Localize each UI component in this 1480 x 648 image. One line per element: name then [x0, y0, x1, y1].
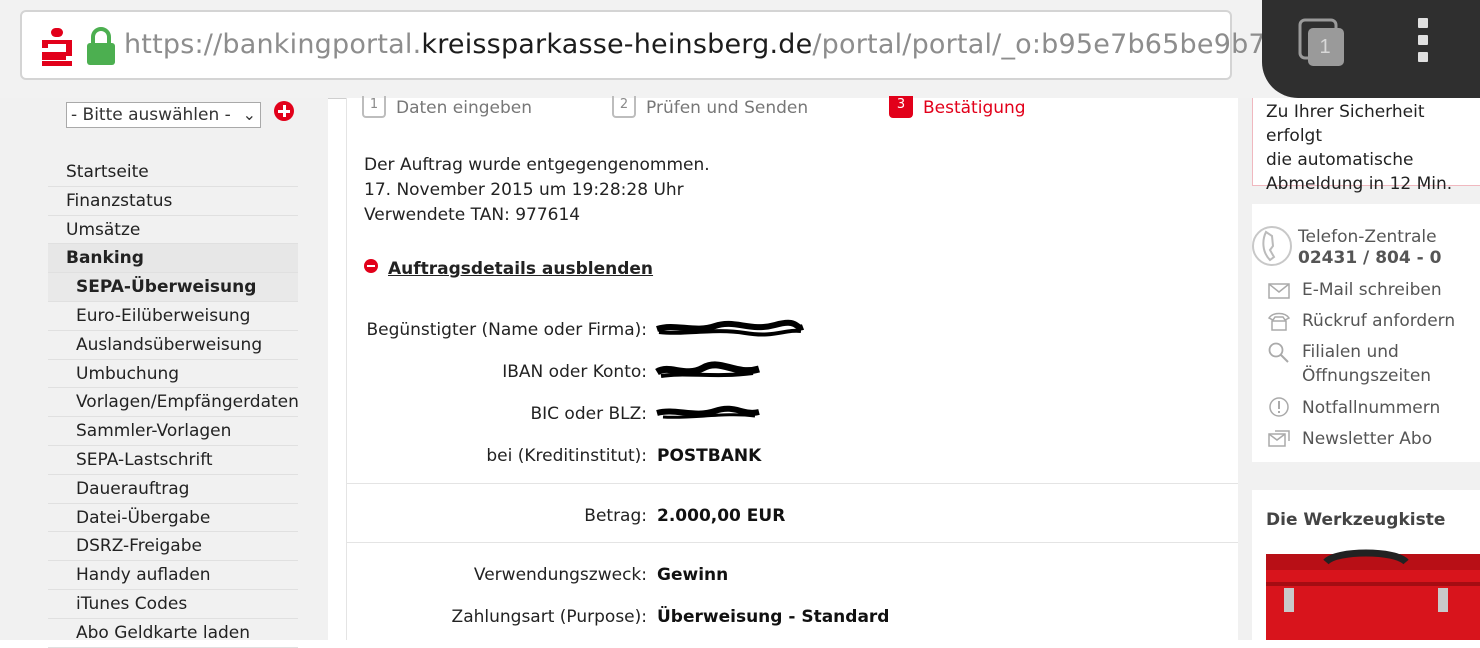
url-scheme: https://: [124, 29, 223, 60]
step-number: 1: [362, 96, 386, 118]
step-label: Daten eingeben: [396, 98, 533, 118]
sparkasse-logo-icon: [42, 28, 72, 66]
step-3-current: 3 Bestätigung: [889, 96, 1026, 118]
step-label: Bestätigung: [923, 98, 1026, 118]
emergency-link[interactable]: Notfallnummern: [1302, 396, 1440, 420]
url-path: /portal/portal/_o:b95e7b65be9b7bf3: [812, 29, 1311, 60]
right-sidebar: Zu Ihrer Sicherheit erfolgt die automati…: [1238, 98, 1480, 640]
address-bar[interactable]: https://bankingportal.kreissparkasse-hei…: [20, 10, 1310, 80]
bank-value: POSTBANK: [657, 446, 762, 466]
amount-label: Betrag:: [584, 506, 647, 526]
dot: [1418, 35, 1428, 45]
branches-text: Filialen und: [1302, 342, 1399, 362]
sidebar-item-finanzstatus[interactable]: Finanzstatus: [48, 187, 298, 216]
divider: [347, 483, 1239, 484]
hide-details-label: Auftragsdetails ausblenden: [388, 259, 654, 279]
payment-type-value: Überweisung - Standard: [657, 607, 890, 627]
sidebar-item-auslandsueberweisung[interactable]: Auslandsüberweisung: [48, 331, 298, 360]
branches-link[interactable]: Filialen und Öffnungszeiten: [1302, 340, 1431, 388]
sidebar-item-datei-uebergabe[interactable]: Datei-Übergabe: [48, 504, 298, 533]
phone-icon: [1252, 226, 1292, 266]
exclamation-icon: [1269, 397, 1289, 417]
url-text[interactable]: https://bankingportal.kreissparkasse-hei…: [124, 29, 1310, 60]
phone-label: Telefon-Zentrale: [1298, 227, 1437, 247]
step-number: 3: [889, 96, 913, 118]
browser-controls: 1: [1262, 0, 1480, 98]
account-select-value: - Bitte auswählen -: [71, 105, 231, 125]
chevron-down-icon: ⌄: [242, 105, 256, 124]
sidebar-item-banking[interactable]: Banking: [48, 244, 298, 274]
phone-number[interactable]: 02431 / 804 - 0: [1298, 248, 1441, 268]
divider: [347, 542, 1239, 543]
search-icon: [1268, 342, 1289, 363]
callback-link[interactable]: Rückruf anfordern: [1302, 309, 1455, 333]
session-text: Abmeldung in 12 Min.: [1266, 174, 1453, 194]
redaction-scribble: [656, 405, 760, 419]
promo-box[interactable]: Die Werkzeugkiste: [1252, 490, 1480, 640]
transfer-confirmation-panel: 1 Daten eingeben 2 Prüfen und Senden 3 Best…: [346, 96, 1240, 640]
sidebar-item-sepa-lastschrift[interactable]: SEPA-Lastschrift: [48, 446, 298, 475]
mail-icon: [1268, 283, 1290, 299]
sidebar-item-umsaetze[interactable]: Umsätze: [48, 216, 298, 245]
add-icon[interactable]: [274, 101, 294, 121]
callback-icon: [1267, 312, 1291, 331]
step-1: 1 Daten eingeben: [362, 96, 533, 118]
url-subdomain: bankingportal.: [222, 29, 422, 60]
toolbox-image: [1266, 548, 1480, 640]
minus-icon: [364, 259, 378, 273]
confirmation-timestamp: 17. November 2015 um 19:28:28 Uhr: [364, 180, 684, 200]
tab-count: 1: [1319, 36, 1331, 58]
sidebar-item-sammler-vorlagen[interactable]: Sammler-Vorlagen: [48, 417, 298, 446]
sidebar-item-dsrz-freigabe[interactable]: DSRZ-Freigabe: [48, 532, 298, 562]
newsletter-link[interactable]: Newsletter Abo: [1302, 427, 1432, 451]
browser-toolbar: https://bankingportal.kreissparkasse-hei…: [0, 0, 1480, 99]
beneficiary-label: Begünstigter (Name oder Firma):: [366, 320, 647, 340]
sidebar-item-handy-aufladen[interactable]: Handy aufladen: [48, 561, 298, 590]
sidebar: - Bitte auswählen - ⌄ Startseite Finanzs…: [0, 98, 328, 648]
account-select[interactable]: - Bitte auswählen - ⌄: [66, 102, 261, 128]
sidebar-item-dauerauftrag[interactable]: Dauerauftrag: [48, 475, 298, 504]
tab-switcher-button[interactable]: 1: [1298, 18, 1348, 70]
lock-icon: [87, 27, 115, 65]
redaction-scribble: [656, 319, 805, 337]
iban-label: IBAN oder Konto:: [502, 362, 647, 382]
bic-label: BIC oder BLZ:: [530, 404, 647, 424]
redaction-scribble: [655, 361, 760, 378]
amount-value: 2.000,00 EUR: [657, 506, 786, 526]
confirmation-tan: Verwendete TAN: 977614: [364, 205, 581, 225]
hide-details-link[interactable]: Auftragsdetails ausblenden: [364, 259, 653, 279]
branches-text: Öffnungszeiten: [1302, 366, 1432, 386]
step-2: 2 Prüfen und Senden: [612, 96, 809, 118]
step-number: 2: [612, 96, 636, 118]
payment-type-label: Zahlungsart (Purpose):: [451, 607, 647, 627]
confirmation-text: Der Auftrag wurde entgegengenommen.: [364, 155, 710, 175]
newsletter-icon: [1268, 430, 1290, 447]
contact-panel: Telefon-Zentrale 02431 / 804 - 0 E-Mail …: [1252, 204, 1480, 462]
email-link[interactable]: E-Mail schreiben: [1302, 278, 1442, 302]
purpose-value: Gewinn: [657, 565, 729, 585]
dot: [1418, 18, 1428, 28]
dot: [1418, 52, 1428, 62]
bank-label: bei (Kreditinstitut):: [486, 446, 647, 466]
overflow-menu-button[interactable]: [1408, 18, 1438, 70]
session-timeout-notice: Zu Ihrer Sicherheit erfolgt die automati…: [1252, 98, 1480, 194]
session-text: Zu Ihrer Sicherheit erfolgt: [1266, 102, 1425, 146]
session-text: die automatische: [1266, 150, 1414, 170]
url-host: kreissparkasse-heinsberg.de: [421, 29, 813, 60]
sidebar-item-itunes-codes[interactable]: iTunes Codes: [48, 590, 298, 619]
sidebar-item-euro-eilueberweisung[interactable]: Euro-Eilüberweisung: [48, 302, 298, 331]
sidebar-item-vorlagen[interactable]: Vorlagen/Empfängerdaten: [48, 388, 299, 418]
step-label: Prüfen und Senden: [646, 98, 809, 118]
sidebar-item-abo-geldkarte[interactable]: Abo Geldkarte laden: [48, 619, 298, 648]
sidebar-item-sepa-ueberweisung[interactable]: SEPA-Überweisung: [48, 273, 298, 302]
sidebar-item-startseite[interactable]: Startseite: [48, 158, 298, 187]
sidebar-item-umbuchung[interactable]: Umbuchung: [48, 360, 298, 389]
purpose-label: Verwendungszweck:: [473, 565, 647, 585]
sidebar-menu: Startseite Finanzstatus Umsätze Banking …: [48, 158, 299, 648]
promo-title: Die Werkzeugkiste: [1266, 510, 1446, 530]
confirmation-message: Der Auftrag wurde entgegengenommen. 17. …: [364, 153, 710, 228]
